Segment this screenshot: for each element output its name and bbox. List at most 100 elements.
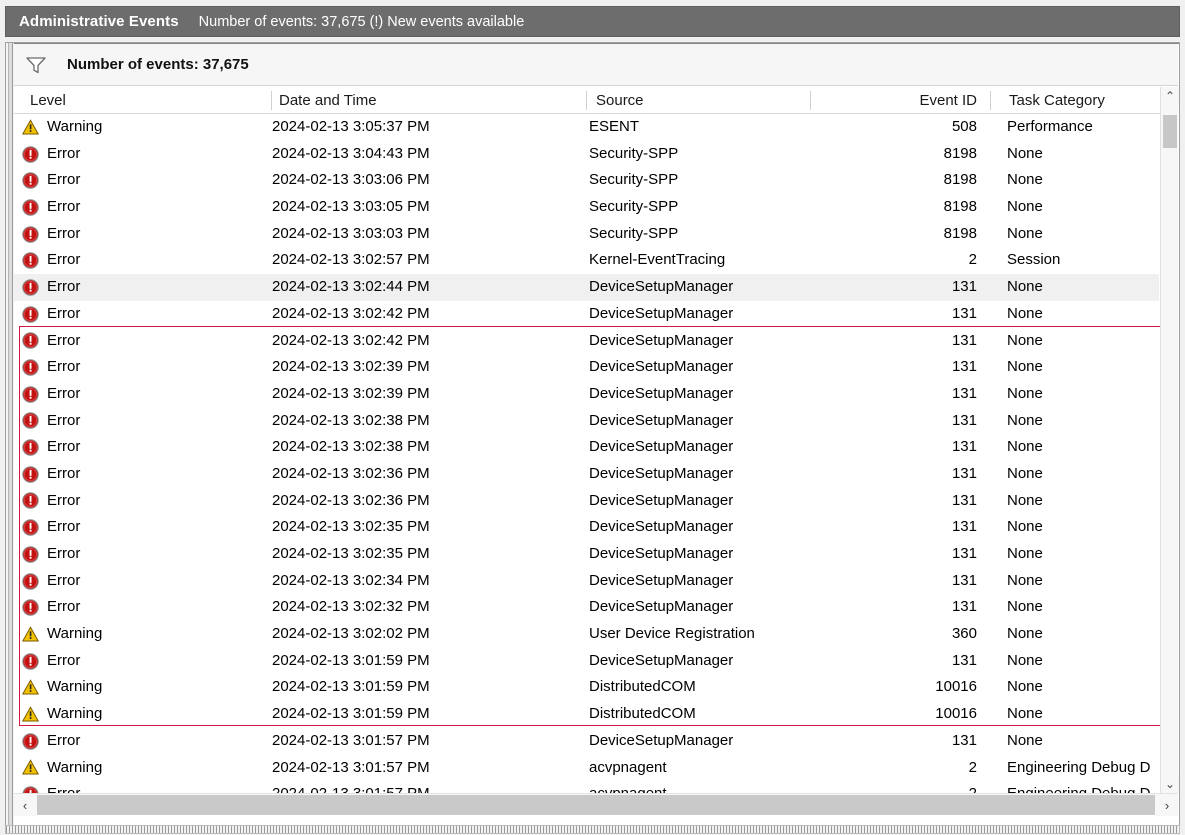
cell-level: Error: [22, 514, 272, 541]
column-header-task-category[interactable]: Task Category: [1007, 87, 1177, 114]
filter-bar[interactable]: Number of events: 37,675: [14, 44, 1178, 86]
table-row[interactable]: Warning2024-02-13 3:05:37 PMESENT508Perf…: [14, 114, 1159, 141]
vertical-scrollbar[interactable]: ⌃ ⌄: [1160, 87, 1178, 793]
events-list-panel: Number of events: 37,675 Level Date and …: [5, 42, 1180, 830]
error-icon: [22, 412, 39, 429]
error-icon: [22, 546, 39, 563]
table-row[interactable]: Error2024-02-13 3:02:39 PMDeviceSetupMan…: [14, 381, 1159, 408]
table-row[interactable]: Warning2024-02-13 3:01:59 PMDistributedC…: [14, 701, 1159, 728]
cell-level: Error: [22, 274, 272, 301]
vertical-scrollbar-thumb[interactable]: [1163, 115, 1177, 148]
column-header-row: Level Date and Time Source Event ID Task…: [14, 87, 1178, 114]
level-label: Error: [47, 541, 80, 568]
level-label: Error: [47, 488, 80, 515]
table-row[interactable]: Error 2024-02-13 3:02:42 PMDeviceSetupMan…: [14, 301, 1159, 328]
cell-level: Error: [22, 594, 272, 621]
level-label: Error: [47, 594, 80, 621]
table-row[interactable]: Error2024-02-13 3:02:44 PMDeviceSetupMan…: [14, 274, 1159, 301]
cell-task-category: None: [1007, 674, 1159, 701]
cell-task-category: None: [1007, 621, 1159, 648]
cell-level: Error: [22, 461, 272, 488]
table-row[interactable]: Error2024-02-13 3:03:03 PMSecurity-SPP81…: [14, 221, 1159, 248]
cell-source: DeviceSetupManager: [589, 541, 811, 568]
table-row[interactable]: Error2024-02-13 3:02:38 PMDeviceSetupMan…: [14, 434, 1159, 461]
cell-source: DeviceSetupManager: [589, 488, 811, 515]
table-row[interactable]: Error2024-02-13 3:02:57 PMKernel-EventTr…: [14, 247, 1159, 274]
column-header-source[interactable]: Source: [587, 87, 811, 114]
table-row[interactable]: Error2024-02-13 3:02:35 PMDeviceSetupMan…: [14, 514, 1159, 541]
cell-event-id: 131: [811, 274, 991, 301]
cell-event-id: 131: [811, 461, 991, 488]
level-label: Error: [47, 221, 80, 248]
table-row[interactable]: Error2024-02-13 3:03:06 PMSecurity-SPP81…: [14, 167, 1159, 194]
error-icon: [22, 653, 39, 670]
funnel-icon: [23, 54, 49, 76]
cell-source: Security-SPP: [589, 221, 811, 248]
cell-level: Error: [22, 541, 272, 568]
horizontal-scrollbar[interactable]: ‹ ›: [14, 793, 1178, 815]
level-label: Error: [47, 301, 80, 328]
scroll-up-icon[interactable]: ⌃: [1161, 87, 1179, 105]
table-row[interactable]: Error2024-02-13 3:02:32 PMDeviceSetupMan…: [14, 594, 1159, 621]
table-row[interactable]: Error2024-02-13 3:02:39 PMDeviceSetupMan…: [14, 354, 1159, 381]
cell-event-id: 131: [811, 648, 991, 675]
cell-date-and-time: 2024-02-13 3:03:05 PM: [272, 194, 587, 221]
table-row[interactable]: Error2024-02-13 3:01:57 PMacvpnagent2Eng…: [14, 781, 1159, 793]
cell-date-and-time: 2024-02-13 3:02:57 PM: [272, 247, 587, 274]
level-label: Error: [47, 354, 80, 381]
table-row[interactable]: Error2024-02-13 3:04:43 PMSecurity-SPP81…: [14, 141, 1159, 168]
table-row[interactable]: Error2024-02-13 3:01:59 PMDeviceSetupMan…: [14, 648, 1159, 675]
cell-event-id: 131: [811, 354, 991, 381]
scroll-right-icon[interactable]: ›: [1156, 794, 1178, 816]
column-header-event-id[interactable]: Event ID: [811, 87, 991, 114]
cell-level: Error: [22, 408, 272, 435]
cell-source: Security-SPP: [589, 194, 811, 221]
cell-task-category: None: [1007, 354, 1159, 381]
level-label: Warning: [47, 674, 102, 701]
horizontal-scrollbar-thumb[interactable]: [37, 795, 1155, 815]
table-row[interactable]: Error2024-02-13 3:02:36 PMDeviceSetupMan…: [14, 488, 1159, 515]
cell-source: DeviceSetupManager: [589, 728, 811, 755]
table-row[interactable]: Error2024-02-13 3:02:38 PMDeviceSetupMan…: [14, 408, 1159, 435]
cell-task-category: None: [1007, 408, 1159, 435]
scroll-left-icon[interactable]: ‹: [14, 794, 36, 816]
table-row[interactable]: Warning2024-02-13 3:01:59 PMDistributedC…: [14, 674, 1159, 701]
level-label: Error: [47, 274, 80, 301]
table-row[interactable]: Warning2024-02-13 3:02:02 PMUser Device …: [14, 621, 1159, 648]
cell-level: Warning: [22, 674, 272, 701]
error-icon: [22, 359, 39, 376]
error-icon: [22, 199, 39, 216]
column-divider[interactable]: [990, 91, 991, 110]
cell-source: DeviceSetupManager: [589, 301, 811, 328]
cell-event-id: 2: [811, 755, 991, 782]
column-header-date-and-time[interactable]: Date and Time: [272, 87, 587, 114]
cell-task-category: None: [1007, 221, 1159, 248]
error-icon: [22, 466, 39, 483]
table-row[interactable]: Warning2024-02-13 3:01:57 PMacvpnagent2E…: [14, 755, 1159, 782]
table-row[interactable]: Error2024-02-13 3:02:34 PMDeviceSetupMan…: [14, 568, 1159, 595]
level-label: Warning: [47, 621, 102, 648]
scroll-down-icon[interactable]: ⌄: [1161, 775, 1179, 793]
table-row[interactable]: Error2024-02-13 3:02:36 PMDeviceSetupMan…: [14, 461, 1159, 488]
level-label: Error: [47, 648, 80, 675]
cell-date-and-time: 2024-02-13 3:02:36 PM: [272, 461, 587, 488]
table-row[interactable]: Error2024-02-13 3:03:05 PMSecurity-SPP81…: [14, 194, 1159, 221]
cell-level: Error: [22, 194, 272, 221]
cell-date-and-time: 2024-02-13 3:02:42 PM: [272, 301, 587, 328]
table-row[interactable]: Error2024-02-13 3:02:35 PMDeviceSetupMan…: [14, 541, 1159, 568]
window-resize-grip[interactable]: [5, 825, 1180, 834]
cell-source: acvpnagent: [589, 781, 811, 793]
column-header-level[interactable]: Level: [22, 87, 272, 114]
cell-task-category: None: [1007, 194, 1159, 221]
cell-event-id: 131: [811, 434, 991, 461]
events-table-body[interactable]: Warning2024-02-13 3:05:37 PMESENT508Perf…: [14, 114, 1159, 793]
error-icon: [22, 172, 39, 189]
table-row[interactable]: Error2024-02-13 3:01:57 PMDeviceSetupMan…: [14, 728, 1159, 755]
cell-level: Error: [22, 728, 272, 755]
cell-task-category: None: [1007, 728, 1159, 755]
cell-date-and-time: 2024-02-13 3:03:06 PM: [272, 167, 587, 194]
cell-event-id: 508: [811, 114, 991, 141]
error-icon: [22, 519, 39, 536]
level-label: Error: [47, 167, 80, 194]
table-row[interactable]: Error2024-02-13 3:02:42 PMDeviceSetupMan…: [14, 328, 1159, 355]
